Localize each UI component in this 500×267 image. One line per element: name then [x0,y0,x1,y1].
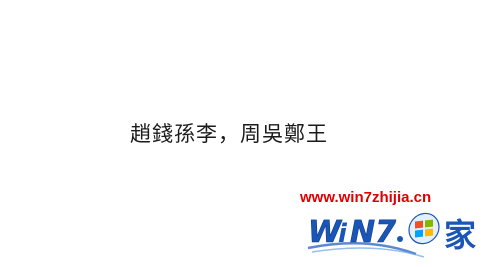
watermark-logo: W i N7 家 [306,206,496,258]
watermark-url: www.win7zhijia.cn [300,189,432,206]
document-text: 趙錢孫李，周吳鄭王 [130,122,328,146]
document-canvas: 趙錢孫李，周吳鄭王 www.win7zhijia.cn W i N7 家 [0,0,500,267]
svg-text:家: 家 [444,216,476,254]
svg-text:i: i [338,219,348,249]
windows-flag-icon [408,212,440,245]
svg-text:N7: N7 [350,215,396,250]
